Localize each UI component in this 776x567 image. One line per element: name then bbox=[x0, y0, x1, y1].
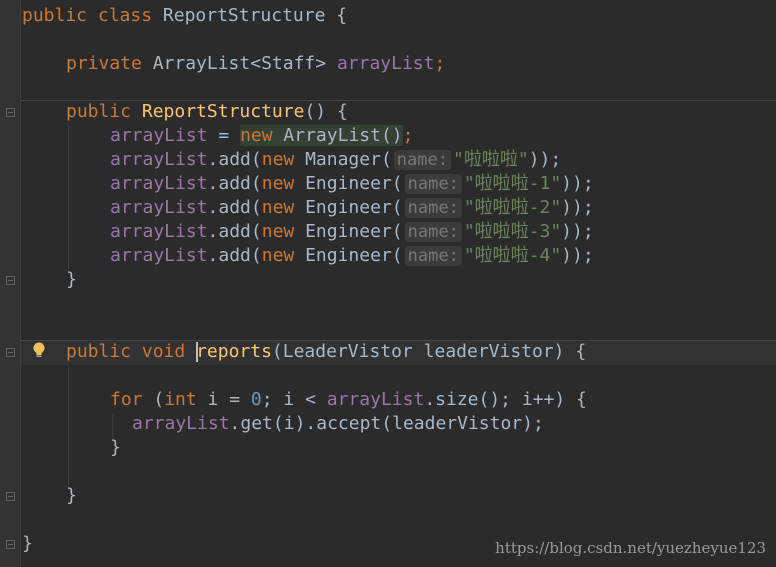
keyword: new bbox=[261, 221, 295, 242]
fold-icon[interactable] bbox=[6, 540, 15, 549]
field-ref: arrayList bbox=[326, 389, 425, 410]
brace: { bbox=[336, 5, 348, 26]
parameter-hint: name: bbox=[404, 246, 462, 266]
keyword: private bbox=[66, 53, 142, 74]
code-line-constructor-declaration[interactable]: public ReportStructure() { bbox=[66, 100, 348, 124]
brace: } bbox=[110, 437, 121, 458]
method-call: .add( bbox=[207, 149, 262, 170]
method-name: reports bbox=[196, 341, 272, 362]
code-line-class-declaration[interactable]: public class ReportStructure { bbox=[22, 4, 347, 28]
semicolon: ; bbox=[434, 53, 446, 74]
parameter-hint: name: bbox=[393, 150, 451, 170]
code-line-add[interactable]: arrayList.add(new Engineer(name: "啦啦啦-1")… bbox=[110, 172, 594, 196]
class-name: ReportStructure bbox=[162, 5, 326, 26]
class-ref: Engineer( bbox=[294, 245, 403, 266]
fold-icon[interactable] bbox=[6, 348, 15, 357]
class-ref: Manager( bbox=[294, 149, 392, 170]
fold-icon[interactable] bbox=[6, 108, 15, 117]
string-literal: "啦啦啦" bbox=[452, 149, 529, 170]
field-ref: arrayList bbox=[110, 125, 208, 146]
keyword: new bbox=[261, 149, 295, 170]
field-ref: arrayList bbox=[110, 173, 208, 194]
parameter-hint: name: bbox=[404, 222, 462, 242]
keyword: new bbox=[261, 197, 295, 218]
fold-icon[interactable] bbox=[6, 276, 15, 285]
params: (LeaderVistor leaderVistor) { bbox=[271, 341, 587, 362]
paren: ( bbox=[142, 389, 165, 410]
keyword: public void bbox=[66, 341, 186, 362]
keyword: int bbox=[164, 389, 197, 410]
method-call: .add( bbox=[207, 221, 262, 242]
code-line-add[interactable]: arrayList.add(new Manager(name: "啦啦啦")); bbox=[110, 148, 561, 172]
string-literal: "啦啦啦-4" bbox=[463, 245, 562, 266]
closing: )); bbox=[561, 173, 594, 194]
keyword: public class bbox=[22, 5, 153, 26]
code-line-close-brace[interactable]: } bbox=[110, 436, 121, 460]
semicolon: ; bbox=[402, 125, 414, 146]
code-line-add[interactable]: arrayList.add(new Engineer(name: "啦啦啦-3")… bbox=[110, 220, 594, 244]
field-ref: arrayList bbox=[110, 221, 208, 242]
keyword: new bbox=[240, 125, 273, 146]
parameter-hint: name: bbox=[404, 174, 462, 194]
closing: )); bbox=[528, 149, 562, 170]
keyword: new bbox=[261, 245, 295, 266]
field-name: arrayList bbox=[336, 53, 435, 74]
keyword: for bbox=[110, 389, 143, 410]
class-ref: Engineer( bbox=[294, 221, 403, 242]
expr: ; i < bbox=[261, 389, 327, 410]
brace: } bbox=[66, 269, 77, 290]
code-line-init[interactable]: arrayList = new ArrayList(); bbox=[110, 124, 413, 148]
operator: = bbox=[207, 125, 241, 146]
method-call: .add( bbox=[207, 197, 262, 218]
closing: )); bbox=[561, 197, 594, 218]
code-line-close-brace[interactable]: } bbox=[66, 268, 77, 292]
expr: i = bbox=[196, 389, 251, 410]
class-ref: Engineer( bbox=[294, 197, 403, 218]
field-ref: arrayList bbox=[110, 197, 208, 218]
constructor-call: ArrayList() bbox=[283, 125, 403, 146]
code-line-close-brace[interactable]: } bbox=[22, 532, 33, 556]
code-line-for-loop[interactable]: for (int i = 0; i < arrayList.size(); i+… bbox=[110, 388, 587, 412]
indent-guide bbox=[68, 366, 69, 486]
string-literal: "啦啦啦-2" bbox=[463, 197, 562, 218]
params: () { bbox=[304, 101, 348, 122]
expr: .size(); i++) { bbox=[424, 389, 587, 410]
brace: } bbox=[22, 533, 33, 554]
closing: )); bbox=[561, 245, 594, 266]
fold-icon[interactable] bbox=[6, 492, 15, 501]
code-line-add[interactable]: arrayList.add(new Engineer(name: "啦啦啦-4")… bbox=[110, 244, 594, 268]
keyword: new bbox=[261, 173, 295, 194]
code-line-add[interactable]: arrayList.add(new Engineer(name: "啦啦啦-2")… bbox=[110, 196, 594, 220]
string-literal: "啦啦啦-1" bbox=[463, 173, 562, 194]
field-ref: arrayList bbox=[110, 149, 208, 170]
number-literal: 0 bbox=[250, 389, 262, 410]
field-ref: arrayList bbox=[110, 245, 208, 266]
keyword: public bbox=[66, 101, 132, 122]
lightbulb-icon[interactable] bbox=[31, 341, 47, 359]
code-editor[interactable]: public class ReportStructure { private A… bbox=[0, 0, 776, 567]
field-ref: arrayList bbox=[132, 413, 230, 434]
string-literal: "啦啦啦-3" bbox=[463, 221, 562, 242]
watermark: https://blog.csdn.net/yuezheyue123 bbox=[495, 539, 766, 557]
method-call: .add( bbox=[207, 245, 262, 266]
class-ref: Engineer( bbox=[294, 173, 403, 194]
constructor-name: ReportStructure bbox=[141, 101, 305, 122]
parameter-hint: name: bbox=[404, 198, 462, 218]
code-line-method-declaration[interactable]: public void reports(LeaderVistor leaderV… bbox=[66, 340, 586, 364]
expr: .get(i).accept(leaderVistor); bbox=[229, 413, 544, 434]
method-call: .add( bbox=[207, 173, 262, 194]
closing: )); bbox=[561, 221, 594, 242]
indent-guide bbox=[68, 126, 69, 270]
code-line-loop-body[interactable]: arrayList.get(i).accept(leaderVistor); bbox=[132, 412, 544, 436]
type-name: ArrayList<Staff> bbox=[152, 53, 327, 74]
code-line-close-brace[interactable]: } bbox=[66, 484, 77, 508]
brace: } bbox=[66, 485, 77, 506]
indent-guide bbox=[112, 414, 113, 438]
code-line-field-declaration[interactable]: private ArrayList<Staff> arrayList; bbox=[66, 52, 445, 76]
